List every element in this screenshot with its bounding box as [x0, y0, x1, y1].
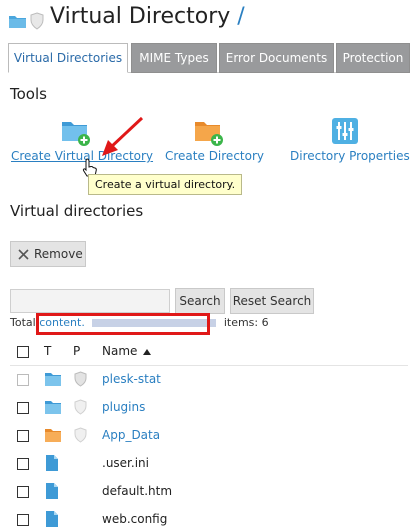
row-name[interactable]: App_Data — [102, 428, 160, 442]
row-name: default.htm — [102, 484, 173, 498]
file-icon — [46, 483, 58, 499]
folder-icon — [45, 429, 61, 442]
table-row: plugins — [0, 394, 410, 422]
create-directory-link[interactable]: Create Directory — [165, 149, 264, 163]
remove-button[interactable]: Remove — [10, 241, 86, 267]
total-prefix: Total — [10, 316, 36, 329]
tooltip: Create a virtual directory. — [88, 174, 243, 195]
tab-error-documents[interactable]: Error Documents — [219, 43, 334, 73]
page-title: Virtual Directory / — [50, 4, 245, 29]
folder-icon — [45, 373, 61, 386]
search-input[interactable] — [10, 289, 170, 313]
row-checkbox[interactable] — [17, 458, 29, 470]
table-row: App_Data — [0, 422, 410, 450]
row-checkbox — [17, 374, 29, 386]
tab-mime-types[interactable]: MIME Types — [131, 43, 217, 73]
search-button[interactable]: Search — [175, 288, 225, 314]
row-checkbox[interactable] — [17, 430, 29, 442]
highlight-box — [36, 313, 210, 335]
tools-heading: Tools — [10, 85, 47, 103]
file-icon — [46, 455, 58, 471]
breadcrumb-slash[interactable]: / — [237, 4, 244, 29]
folder-add-blue-icon[interactable] — [60, 116, 90, 146]
total-count: items: 6 — [223, 316, 269, 329]
column-name[interactable]: Name — [102, 344, 152, 358]
remove-label: Remove — [34, 247, 83, 261]
folder-add-orange-icon[interactable] — [193, 116, 223, 146]
row-name: .user.ini — [102, 456, 149, 470]
tab-bar: Virtual Directories MIME Types Error Doc… — [8, 43, 410, 73]
row-checkbox[interactable] — [17, 402, 29, 414]
virtual-directories-heading: Virtual directories — [10, 202, 144, 220]
shield-icon — [30, 12, 44, 30]
table-row: plesk-stat — [0, 366, 410, 394]
file-icon — [46, 511, 58, 527]
column-protection[interactable]: P — [73, 344, 80, 358]
table-row: web.config — [0, 506, 410, 531]
column-type[interactable]: T — [44, 344, 51, 358]
row-name: web.config — [102, 512, 168, 526]
tab-protection[interactable]: Protection — [336, 43, 410, 73]
shield-icon — [74, 399, 87, 415]
row-checkbox[interactable] — [17, 486, 29, 498]
table-row: default.htm — [0, 478, 410, 506]
annotation-arrow-icon — [102, 116, 144, 156]
shield-icon — [74, 427, 87, 443]
column-name-label: Name — [102, 344, 138, 358]
sliders-icon[interactable] — [330, 116, 360, 146]
row-checkbox[interactable] — [17, 514, 29, 526]
folder-icon — [45, 401, 61, 414]
page-title-text: Virtual Directory — [50, 4, 231, 29]
tab-virtual-directories[interactable]: Virtual Directories — [8, 43, 128, 73]
row-name[interactable]: plugins — [102, 400, 145, 414]
table-row: .user.ini — [0, 450, 410, 478]
select-all-checkbox[interactable] — [17, 346, 29, 358]
reset-search-button[interactable]: Reset Search — [230, 288, 314, 314]
row-name[interactable]: plesk-stat — [102, 372, 161, 386]
shield-icon — [74, 371, 87, 387]
remove-icon — [18, 249, 29, 260]
directory-properties-link[interactable]: Directory Properties — [290, 149, 410, 163]
sort-ascending-icon — [143, 349, 152, 355]
